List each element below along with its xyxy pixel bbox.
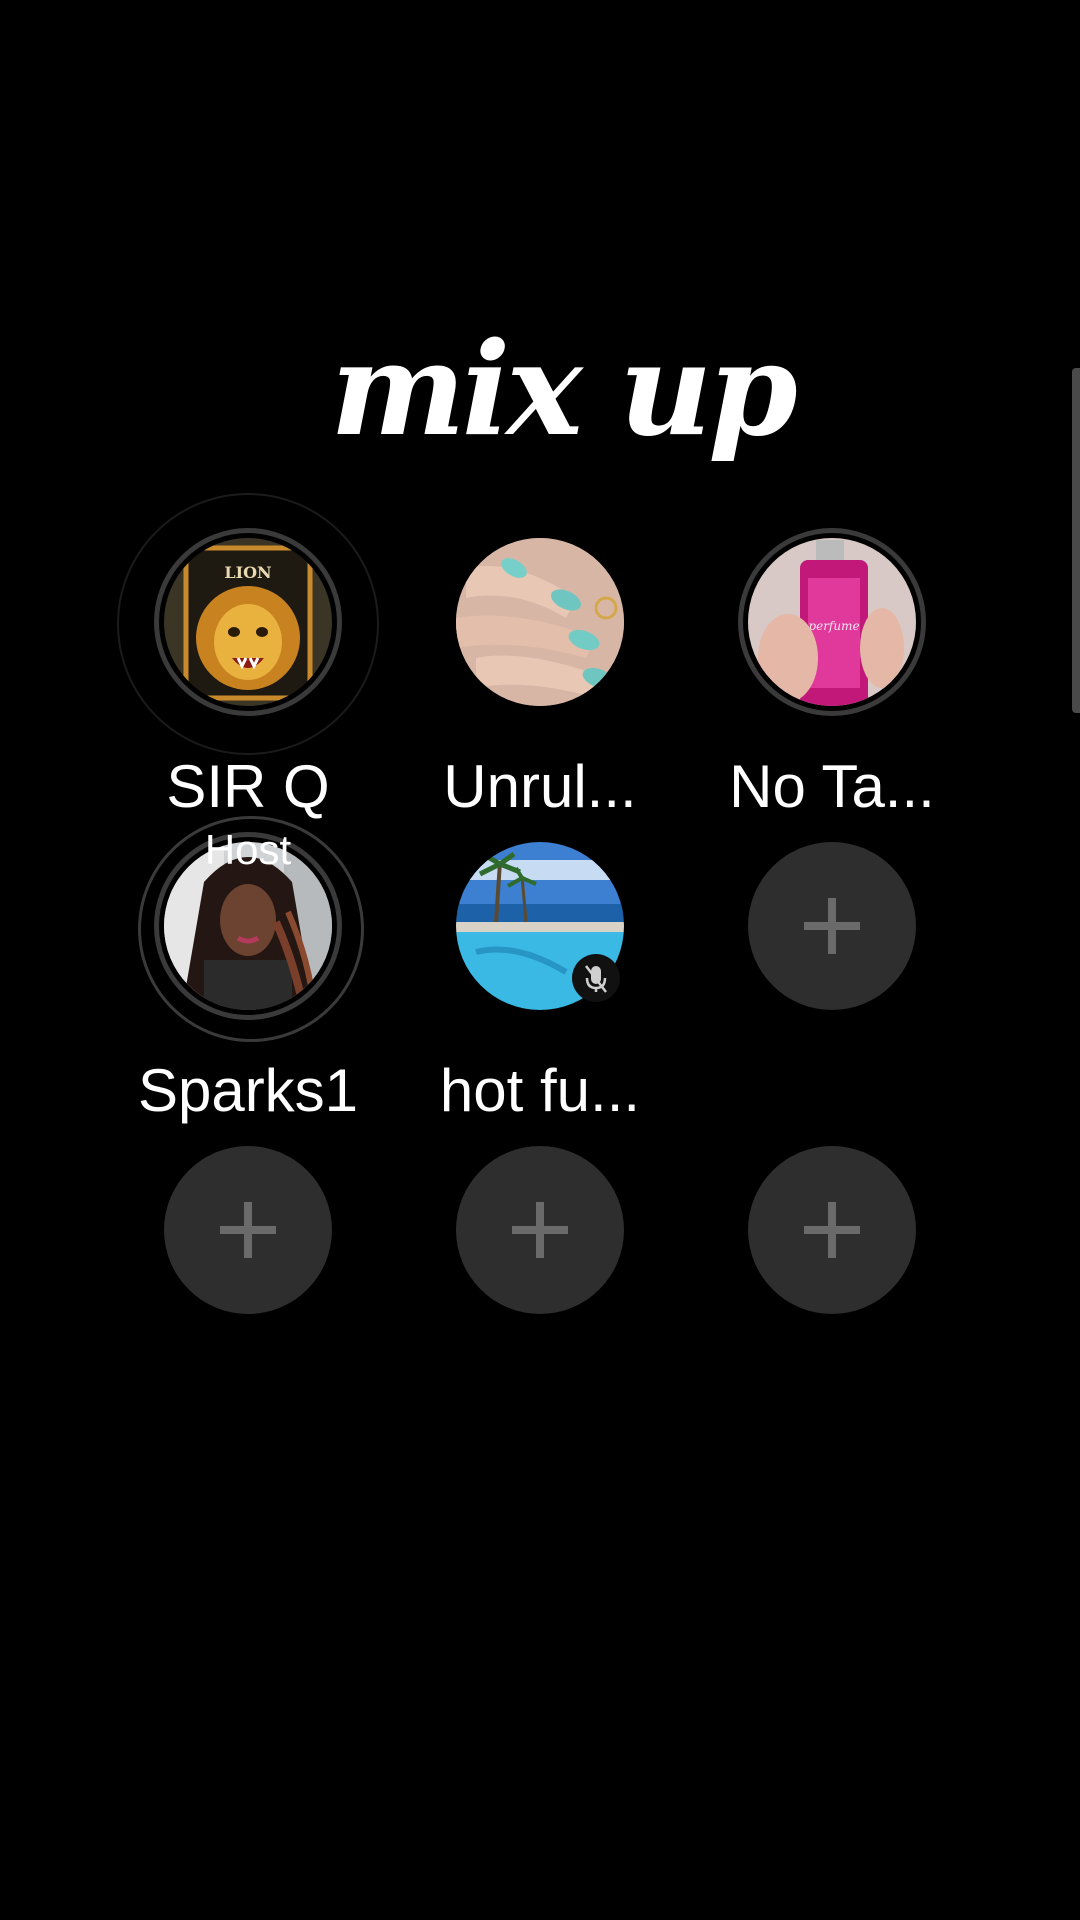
seat-name: Sparks1 (137, 1057, 359, 1124)
seat-name: Unrul... (443, 753, 637, 820)
pink-perfume-bottle-avatar[interactable]: perfume (748, 538, 916, 706)
plus-icon (220, 1202, 276, 1258)
seat-2[interactable]: Unrul... (395, 527, 685, 820)
seat-name: No Ta... (729, 753, 935, 820)
seat-4[interactable]: Host Sparks1 (103, 816, 393, 1124)
seat-3[interactable]: perfume No Ta... (687, 527, 977, 820)
room-title: mix up (330, 315, 798, 465)
empty-seat-button[interactable] (456, 1146, 624, 1314)
empty-seat-button[interactable] (748, 842, 916, 1010)
plus-icon (804, 1202, 860, 1258)
seat-name: SIR Q (166, 753, 330, 820)
svg-text:LION: LION (224, 563, 271, 582)
mic-muted-icon (572, 954, 620, 1002)
plus-icon (804, 898, 860, 954)
seat-1[interactable]: LION SIR Q (103, 493, 393, 820)
manicured-nails-avatar[interactable] (456, 538, 624, 706)
host-label: Host (204, 826, 292, 873)
scroll-indicator[interactable] (1072, 368, 1080, 713)
seat-6-empty[interactable] (687, 831, 977, 1121)
seat-name: hot fu... (439, 1057, 641, 1124)
seat-8-empty[interactable] (395, 1135, 685, 1425)
plus-icon (512, 1202, 568, 1258)
svg-text:perfume: perfume (808, 619, 859, 633)
lion-logo-avatar[interactable]: LION (164, 538, 332, 706)
empty-seat-button[interactable] (748, 1146, 916, 1314)
seat-9-empty[interactable] (687, 1135, 977, 1425)
empty-seat-button[interactable] (164, 1146, 332, 1314)
seat-5[interactable]: hot fu... (395, 831, 685, 1124)
seat-7-empty[interactable] (103, 1135, 393, 1425)
